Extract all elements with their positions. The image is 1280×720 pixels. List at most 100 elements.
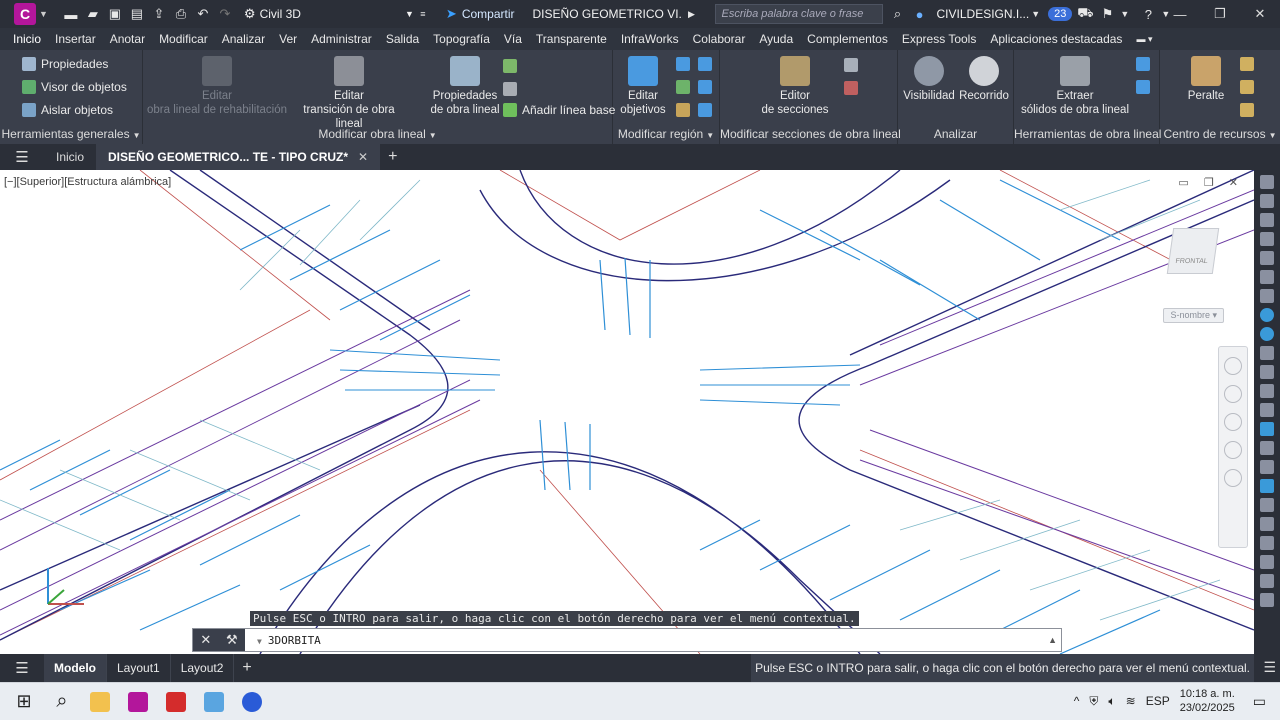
region-tool-icon[interactable] bbox=[676, 103, 690, 117]
panel-title-modify-region[interactable]: Modificar región ▼ bbox=[613, 127, 719, 141]
resource-tool-icon[interactable] bbox=[1240, 80, 1254, 94]
close-icon[interactable]: ✕ bbox=[1240, 0, 1280, 28]
region-tool-icon[interactable] bbox=[698, 57, 712, 71]
clock[interactable]: 10:18 a. m. 23/02/2025 bbox=[1180, 687, 1235, 715]
redo-icon[interactable]: ↷ bbox=[216, 5, 234, 23]
tab-transparente[interactable]: Transparente bbox=[529, 32, 614, 46]
close-tab-icon[interactable]: ✕ bbox=[358, 150, 368, 164]
minimize-icon[interactable]: — bbox=[1160, 0, 1200, 28]
steering-wheel-icon[interactable] bbox=[1224, 357, 1242, 375]
palette-tool-icon[interactable] bbox=[1260, 422, 1274, 436]
new-tab-icon[interactable]: + bbox=[388, 148, 397, 166]
new-file-icon[interactable]: ▬ bbox=[62, 5, 80, 23]
section-tool-icon[interactable] bbox=[844, 58, 858, 72]
file-tabs-menu-icon[interactable]: ☰ bbox=[0, 148, 44, 166]
palette-tool-icon[interactable] bbox=[1260, 460, 1274, 474]
status-menu-icon[interactable]: ☰ bbox=[1263, 659, 1276, 676]
close-icon[interactable]: ✕ bbox=[200, 632, 211, 648]
corridor-tool-icon[interactable] bbox=[1136, 57, 1150, 71]
palette-tool-icon[interactable] bbox=[1260, 593, 1274, 607]
palette-tool-icon[interactable] bbox=[1260, 536, 1274, 550]
properties-button[interactable]: Propiedades bbox=[22, 57, 108, 71]
tab-current-drawing[interactable]: DISEÑO GEOMETRICO... TE - TIPO CRUZ* ✕ bbox=[96, 144, 381, 170]
isolate-objects-button[interactable]: Aislar objetos bbox=[22, 103, 113, 117]
tab-anotar[interactable]: Anotar bbox=[103, 32, 152, 46]
walkthrough-button[interactable]: Recorrido bbox=[956, 56, 1012, 103]
globe-icon[interactable] bbox=[1260, 327, 1274, 341]
search-input[interactable]: Escriba palabra clave o frase bbox=[714, 4, 883, 24]
notifications-badge[interactable]: 23 bbox=[1048, 7, 1073, 21]
acrobat-icon[interactable] bbox=[160, 686, 192, 718]
section-editor-button[interactable]: Editor de secciones bbox=[750, 56, 840, 117]
tab-insertar[interactable]: Insertar bbox=[48, 32, 103, 46]
command-history-icon[interactable]: ▲ bbox=[1048, 635, 1057, 645]
tab-modificar[interactable]: Modificar bbox=[152, 32, 215, 46]
edit-corridor-transition-button[interactable]: Editar transición de obra lineal bbox=[289, 56, 409, 131]
command-line[interactable]: ✕ ⚒ ▼ 3DORBITA ▲ bbox=[192, 628, 1062, 652]
chevron-down-icon[interactable]: ▼ bbox=[257, 637, 262, 646]
palette-tool-icon[interactable] bbox=[1260, 498, 1274, 512]
search-icon[interactable]: ⌕ bbox=[46, 686, 78, 718]
edit-targets-button[interactable]: Editar objetivos bbox=[617, 56, 669, 117]
plot-icon[interactable]: ⎙ bbox=[172, 5, 190, 23]
viewport-controls-label[interactable]: [−][Superior][Estructura alámbrica] bbox=[4, 176, 171, 188]
help-icon[interactable]: ? bbox=[1139, 5, 1157, 23]
resource-tool-icon[interactable] bbox=[1240, 103, 1254, 117]
cart-icon[interactable]: ⛟ bbox=[1076, 5, 1094, 23]
palette-tool-icon[interactable] bbox=[1260, 574, 1274, 588]
panel-title-modify-corridor[interactable]: Modificar obra lineal ▼ bbox=[143, 127, 612, 141]
tab-infraworks[interactable]: InfraWorks bbox=[614, 32, 686, 46]
palette-tool-icon[interactable] bbox=[1260, 270, 1274, 284]
app-logo-button[interactable]: C bbox=[14, 3, 36, 25]
tab-colaborar[interactable]: Colaborar bbox=[686, 32, 753, 46]
export-icon[interactable]: ⇪ bbox=[150, 5, 168, 23]
wifi-icon[interactable]: ≋ bbox=[1126, 694, 1136, 708]
save-icon[interactable]: ▣ bbox=[106, 5, 124, 23]
undo-icon[interactable]: ↶ bbox=[194, 5, 212, 23]
viewport-window-controls[interactable]: ▭ ❐ ✕ bbox=[1178, 176, 1244, 189]
share-button[interactable]: ➤ Compartir bbox=[446, 6, 515, 22]
user-icon[interactable]: ● bbox=[911, 5, 929, 23]
add-layout-icon[interactable]: + bbox=[242, 659, 251, 677]
palette-tool-icon[interactable] bbox=[1260, 251, 1274, 265]
tab-model[interactable]: Modelo bbox=[44, 654, 107, 682]
palette-tool-icon[interactable] bbox=[1260, 194, 1274, 208]
pan-icon[interactable] bbox=[1224, 385, 1242, 403]
superelevation-button[interactable]: Peralte bbox=[1178, 56, 1234, 103]
panel-title-general[interactable]: Herramientas generales ▼ bbox=[0, 127, 142, 141]
recorder-icon[interactable] bbox=[236, 686, 268, 718]
add-baseline-button[interactable]: Añadir línea base bbox=[503, 103, 615, 117]
qat-customize-icon[interactable]: ≡ bbox=[414, 5, 432, 23]
tab-layout1[interactable]: Layout1 bbox=[107, 654, 171, 682]
notification-center-icon[interactable]: ▭ bbox=[1253, 693, 1266, 710]
object-viewer-button[interactable]: Visor de objetos bbox=[22, 80, 127, 94]
chevron-up-icon[interactable]: ^ bbox=[1074, 694, 1080, 708]
tab-salida[interactable]: Salida bbox=[379, 32, 426, 46]
navigation-bar[interactable] bbox=[1218, 346, 1248, 548]
open-folder-icon[interactable]: ▰ bbox=[84, 5, 102, 23]
ribbon-minimize-icon[interactable]: ▬ ▾ bbox=[1129, 34, 1159, 45]
app-icon[interactable] bbox=[198, 686, 230, 718]
palette-tool-icon[interactable] bbox=[1260, 384, 1274, 398]
showmotion-icon[interactable] bbox=[1224, 469, 1242, 487]
app-store-icon[interactable]: ⚑ bbox=[1098, 5, 1116, 23]
tab-express-tools[interactable]: Express Tools bbox=[895, 32, 983, 46]
ucs-menu[interactable]: S-nombre ▾ bbox=[1163, 308, 1224, 323]
chevron-down-icon[interactable]: ▼ bbox=[1031, 9, 1040, 19]
tab-analizar[interactable]: Analizar bbox=[215, 32, 272, 46]
wrench-icon[interactable]: ⚒ bbox=[226, 632, 238, 648]
save-as-icon[interactable]: ▤ bbox=[128, 5, 146, 23]
tab-ayuda[interactable]: Ayuda bbox=[752, 32, 800, 46]
tab-topografia[interactable]: Topografía bbox=[426, 32, 497, 46]
region-tool-icon[interactable] bbox=[698, 103, 712, 117]
tab-via[interactable]: Vía bbox=[497, 32, 529, 46]
palette-tool-icon[interactable] bbox=[1260, 479, 1274, 493]
section-tool-icon[interactable] bbox=[844, 81, 858, 95]
palette-tool-icon[interactable] bbox=[1260, 213, 1274, 227]
corridor-view-icon[interactable] bbox=[503, 82, 517, 96]
palette-tool-icon[interactable] bbox=[1260, 175, 1274, 189]
tab-inicio[interactable]: Inicio bbox=[6, 32, 48, 46]
edit-rehab-corridor-button[interactable]: Editar obra lineal de rehabilitación bbox=[147, 56, 287, 117]
palette-tool-icon[interactable] bbox=[1260, 289, 1274, 303]
civil3d-taskbar-icon[interactable] bbox=[122, 686, 154, 718]
